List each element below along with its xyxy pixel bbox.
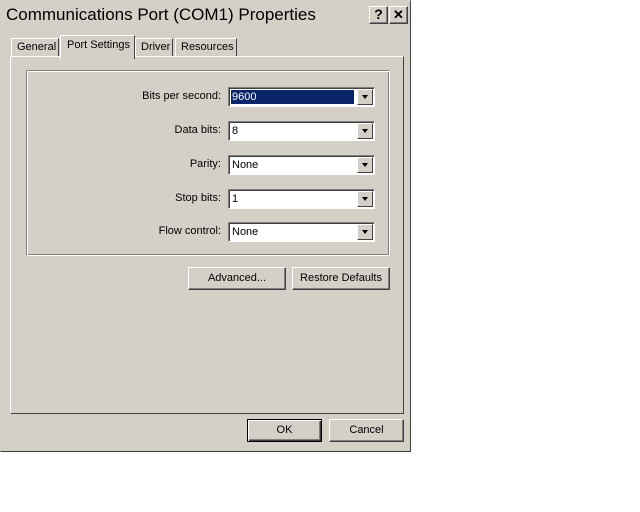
title-bar[interactable]: Communications Port (COM1) Properties ? … <box>3 3 409 27</box>
data-bits-dropdown-button[interactable] <box>357 123 373 139</box>
stop-bits-value: 1 <box>232 193 239 205</box>
cancel-button[interactable]: Cancel <box>329 419 404 442</box>
data-bits-value: 8 <box>232 125 239 137</box>
settings-group-box: Bits per second: 9600 Data bits: 8 Parit… <box>26 70 390 256</box>
bits-per-second-dropdown-button[interactable] <box>357 89 373 105</box>
restore-defaults-button[interactable]: Restore Defaults <box>292 267 390 290</box>
parity-value: None <box>232 159 259 171</box>
ok-button[interactable]: OK <box>247 419 322 442</box>
flow-control-select[interactable]: None <box>228 222 375 242</box>
tab-general[interactable]: General <box>11 38 59 57</box>
flow-control-value: None <box>232 226 259 238</box>
bits-per-second-value: 9600 <box>231 90 354 104</box>
bits-per-second-select[interactable]: 9600 <box>228 87 375 107</box>
chevron-down-icon <box>362 197 368 201</box>
parity-dropdown-button[interactable] <box>357 157 373 173</box>
chevron-down-icon <box>362 230 368 234</box>
tab-port-settings[interactable]: Port Settings <box>60 35 135 59</box>
advanced-button[interactable]: Advanced... <box>188 267 286 290</box>
flow-control-label: Flow control: <box>158 225 221 237</box>
chevron-down-icon <box>362 163 368 167</box>
close-button[interactable]: ✕ <box>389 6 408 24</box>
properties-dialog: Communications Port (COM1) Properties ? … <box>0 0 411 452</box>
tab-driver[interactable]: Driver <box>135 38 173 57</box>
stop-bits-label: Stop bits: <box>175 192 221 204</box>
parity-select[interactable]: None <box>228 155 375 175</box>
data-bits-select[interactable]: 8 <box>228 121 375 141</box>
window-title: Communications Port (COM1) Properties <box>6 5 316 24</box>
parity-label: Parity: <box>189 158 221 170</box>
data-bits-label: Data bits: <box>174 124 221 136</box>
stop-bits-select[interactable]: 1 <box>228 189 375 209</box>
port-settings-panel: Bits per second: 9600 Data bits: 8 Parit… <box>10 56 404 414</box>
bits-per-second-label: Bits per second: <box>142 90 221 102</box>
help-button[interactable]: ? <box>369 6 388 24</box>
chevron-down-icon <box>362 129 368 133</box>
chevron-down-icon <box>362 95 368 99</box>
tab-resources[interactable]: Resources <box>175 38 237 57</box>
flow-control-dropdown-button[interactable] <box>357 224 373 240</box>
stop-bits-dropdown-button[interactable] <box>357 191 373 207</box>
